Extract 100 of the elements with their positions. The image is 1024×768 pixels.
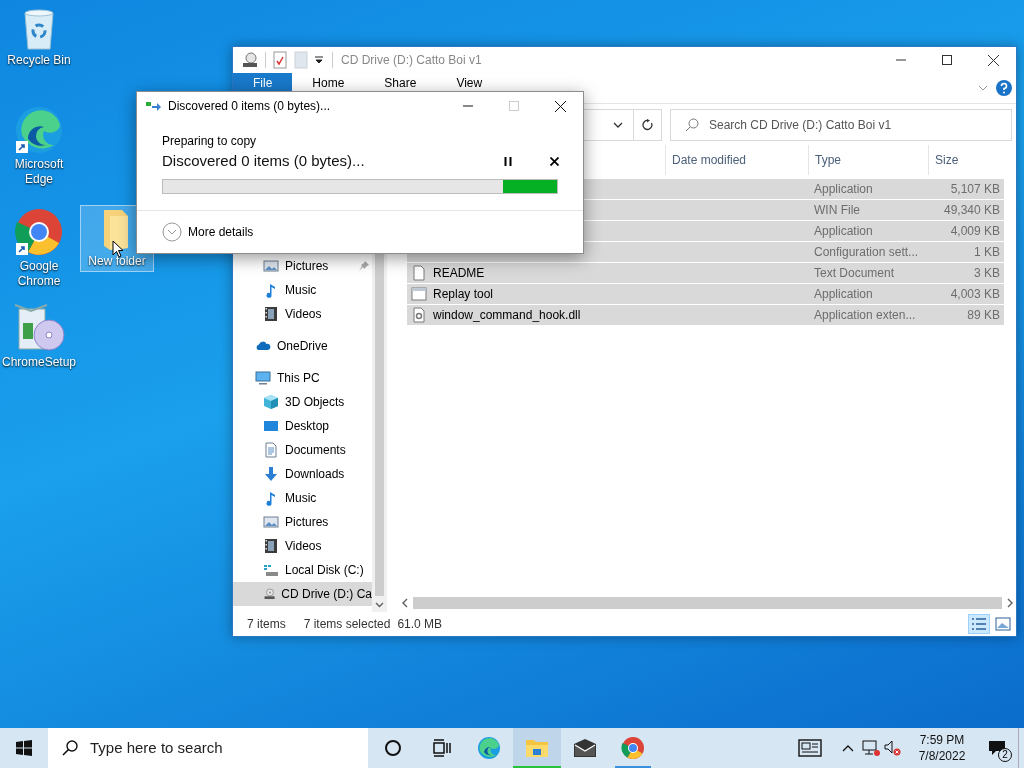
selection-count: 7 items selected [303,616,391,633]
dropdown-icon[interactable] [314,55,324,65]
clock-date: 7/8/2022 [918,748,966,764]
taskbar-search-input[interactable]: Type here to search [90,736,368,760]
cd-drive-icon [241,52,259,68]
text-file-icon [411,265,427,281]
file-type: WIN File [813,202,861,219]
chevron-up-icon[interactable] [842,744,854,752]
notification-count: 2 [998,748,1012,762]
nav-item[interactable]: 3D Objects [233,390,372,414]
nav-item[interactable]: Pictures [233,510,372,534]
column-header[interactable]: Type [808,145,928,175]
nav-item[interactable]: CD Drive (D:) Ca [233,582,372,606]
maximize-icon [509,101,519,111]
window-title: CD Drive (D:) Catto Boi v1 [341,52,482,69]
cd-drive-icon [263,586,276,602]
file-size: 5,107 KB [949,181,1001,198]
picture-icon [263,514,279,530]
notification-button[interactable]: 2 [976,728,1018,768]
file-type: Application [813,181,874,198]
file-name: README [433,265,485,282]
file-row[interactable]: Replay tool Application 4,003 KB [407,284,1004,304]
document-icon [263,442,279,458]
circle-icon [384,739,402,757]
chevron-down-icon[interactable] [978,84,988,92]
file-size: 49,340 KB [942,202,1001,219]
file-size: 4,003 KB [949,286,1001,303]
close-icon [554,100,566,112]
more-details-button[interactable]: More details [162,222,254,242]
file-size: 3 KB [973,265,1001,282]
file-size: 1 KB [973,244,1001,261]
film-icon [263,306,279,322]
news-icon[interactable] [798,739,822,757]
down-arrow-icon [263,466,279,482]
chevron-circle-icon [162,222,182,242]
file-row[interactable]: window_command_hook.dll Application exten... 89 KB [407,305,1004,325]
column-header[interactable]: Size [928,145,1004,175]
nav-item[interactable]: Local Disk (C:) [233,558,372,582]
nav-item[interactable]: This PC [233,366,372,390]
file-name: Replay tool [433,286,494,303]
help-icon[interactable] [996,80,1012,96]
nav-item[interactable]: Downloads [233,462,372,486]
windows-logo-icon [16,740,32,756]
copy-arrow-icon [146,100,162,112]
speech-bubble-icon [988,740,1006,756]
file-type: Configuration sett... [813,244,920,261]
mail-icon [573,738,597,758]
network-icon[interactable] [862,740,880,756]
mouse-cursor-icon [112,240,124,258]
monitor-icon [255,370,271,386]
details-list-icon [971,617,987,631]
ribbon-tab[interactable]: Share [364,73,437,103]
pin-icon[interactable] [358,260,370,272]
file-row[interactable]: README Text Document 3 KB [407,263,1004,283]
search-field[interactable]: Search CD Drive (D:) Catto Boi v1 [670,108,1012,141]
pause-icon [504,156,512,166]
muted-speaker-icon[interactable] [884,740,902,756]
search-input[interactable]: Search CD Drive (D:) Catto Boi v1 [709,115,1011,134]
window-icon [411,286,427,302]
nav-item[interactable]: Videos [233,534,372,558]
column-header[interactable]: Date modified [665,145,808,175]
nav-item[interactable]: Music [233,278,372,302]
refresh-icon [641,118,654,131]
file-size: 89 KB [966,307,1001,324]
close-icon [987,54,999,66]
selection-size: 61.0 MB [397,616,443,633]
film-icon [263,538,279,554]
desktop-icon [263,418,279,434]
search-icon [62,740,78,756]
clock[interactable]: 7:59 PM 7/8/2022 [908,732,976,764]
edge-logo-icon [14,105,64,155]
file-type: Application exten... [813,307,917,324]
nav-item[interactable]: Documents [233,438,372,462]
chevron-down-icon [613,120,623,129]
nav-item[interactable]: Videos [233,302,372,326]
properties-icon[interactable] [272,51,288,69]
file-type: Application [813,223,874,240]
file-type: Text Document [813,265,896,282]
taskbar-search-field[interactable]: Type here to search [48,728,368,768]
copy-heading: Preparing to copy [162,133,258,149]
drive-icon [263,562,279,578]
edge-logo-icon [477,736,501,760]
clock-time: 7:59 PM [919,732,965,748]
copy-status: Discovered 0 items (0 bytes)... [162,150,365,171]
gear-file-icon [411,307,427,323]
details-view-button[interactable] [968,614,990,634]
nav-item[interactable]: Pictures [233,254,372,278]
folder-icon [525,737,549,759]
nav-item[interactable]: OneDrive [233,334,372,358]
nav-item[interactable]: Music [233,486,372,510]
file-type: Application [813,286,874,303]
chrome-logo-icon [14,207,64,257]
large-icons-view-button[interactable] [992,614,1014,634]
picture-icon [995,617,1011,631]
ribbon-tab[interactable]: View [436,73,503,103]
picture-icon [263,258,279,274]
nav-item[interactable]: Desktop [233,414,372,438]
task-view-icon [431,739,451,757]
desktop-icon[interactable]: Recycle Bin [0,4,78,71]
maximize-icon [942,55,952,65]
